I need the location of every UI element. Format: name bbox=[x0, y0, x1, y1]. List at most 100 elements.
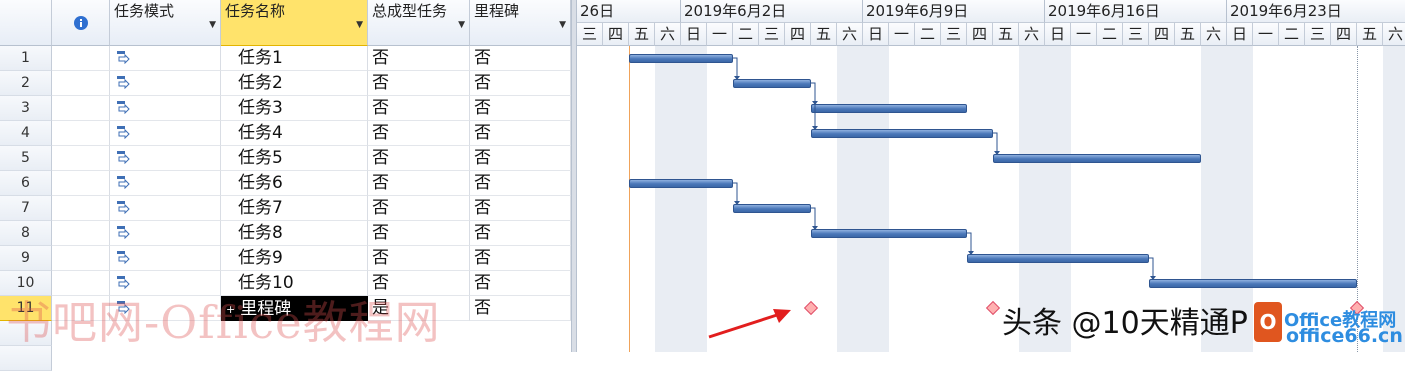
task-name-cell[interactable]: 任务1 bbox=[221, 46, 368, 71]
chevron-down-icon[interactable]: ▼ bbox=[458, 17, 465, 34]
info-cell[interactable] bbox=[52, 196, 110, 221]
task-name-cell[interactable]: 任务6 bbox=[221, 171, 368, 196]
dependency-arrowhead bbox=[994, 151, 1000, 155]
info-cell[interactable] bbox=[52, 96, 110, 121]
task-name-cell[interactable]: 任务7 bbox=[221, 196, 368, 221]
column-header-mode[interactable]: 任务模式 ▼ bbox=[110, 0, 221, 46]
dependency-line bbox=[733, 182, 738, 202]
milestone-cell[interactable]: 否 bbox=[470, 46, 571, 71]
milestone-cell[interactable]: 否 bbox=[470, 271, 571, 296]
column-header-info[interactable] bbox=[52, 0, 110, 46]
row-header[interactable]: 1 bbox=[0, 46, 52, 71]
summary-cell[interactable]: 否 bbox=[368, 196, 470, 221]
task-name: 任务5 bbox=[238, 148, 283, 168]
summary-cell[interactable]: 否 bbox=[368, 71, 470, 96]
dependency-arrowhead bbox=[734, 201, 740, 205]
column-header-summary[interactable]: 总成型任务 ▼ bbox=[368, 0, 470, 46]
row-header[interactable]: 4 bbox=[0, 121, 52, 146]
row-header[interactable]: 5 bbox=[0, 146, 52, 171]
milestone-cell[interactable]: 否 bbox=[470, 146, 571, 171]
dependency-arrowhead bbox=[734, 76, 740, 80]
task-name: 任务6 bbox=[238, 173, 283, 193]
info-cell[interactable] bbox=[52, 171, 110, 196]
task-name-cell[interactable]: 任务2 bbox=[221, 71, 368, 96]
dependency-line bbox=[811, 82, 816, 102]
auto-schedule-icon bbox=[117, 226, 130, 239]
task-name: 任务4 bbox=[238, 123, 283, 143]
column-header-mode-label: 任务模式 bbox=[114, 2, 175, 20]
milestone-cell[interactable]: 否 bbox=[470, 246, 571, 271]
dependency-links bbox=[733, 57, 1156, 280]
milestone-cell[interactable]: 否 bbox=[470, 121, 571, 146]
task-name: 任务7 bbox=[238, 198, 283, 218]
mode-cell[interactable] bbox=[110, 96, 221, 121]
mode-cell[interactable] bbox=[110, 146, 221, 171]
auto-schedule-icon bbox=[117, 151, 130, 164]
auto-schedule-icon bbox=[117, 126, 130, 139]
milestone-cell[interactable]: 否 bbox=[470, 71, 571, 96]
dependency-line bbox=[811, 82, 816, 127]
auto-schedule-icon bbox=[117, 101, 130, 114]
dependency-arrowhead bbox=[1150, 276, 1156, 280]
logo-text-line2: office66.cn bbox=[1286, 325, 1403, 347]
task-name: 任务1 bbox=[238, 48, 283, 68]
auto-schedule-icon bbox=[117, 176, 130, 189]
task-name-cell[interactable]: 任务9 bbox=[221, 246, 368, 271]
row-header[interactable]: 2 bbox=[0, 71, 52, 96]
summary-cell[interactable]: 否 bbox=[368, 146, 470, 171]
chevron-down-icon[interactable]: ▼ bbox=[356, 17, 363, 34]
column-header-name[interactable]: 任务名称 ▼ bbox=[221, 0, 368, 46]
auto-schedule-icon bbox=[117, 51, 130, 64]
mode-cell[interactable] bbox=[110, 46, 221, 71]
milestone-cell[interactable]: 否 bbox=[470, 221, 571, 246]
task-name-cell[interactable]: 任务4 bbox=[221, 121, 368, 146]
mode-cell[interactable] bbox=[110, 121, 221, 146]
summary-cell[interactable]: 否 bbox=[368, 171, 470, 196]
mode-cell[interactable] bbox=[110, 221, 221, 246]
task-name: 任务9 bbox=[238, 248, 283, 268]
row-header[interactable]: 3 bbox=[0, 96, 52, 121]
info-cell[interactable] bbox=[52, 146, 110, 171]
dependency-line bbox=[733, 57, 738, 77]
row-header[interactable]: 7 bbox=[0, 196, 52, 221]
mode-cell[interactable] bbox=[110, 171, 221, 196]
milestone-cell[interactable]: 否 bbox=[470, 171, 571, 196]
summary-cell[interactable]: 否 bbox=[368, 121, 470, 146]
info-cell[interactable] bbox=[52, 221, 110, 246]
dependency-line bbox=[993, 132, 998, 152]
milestone-cell[interactable]: 否 bbox=[470, 196, 571, 221]
task-name-cell[interactable]: 任务3 bbox=[221, 96, 368, 121]
milestone-cell[interactable]: 否 bbox=[470, 96, 571, 121]
chevron-down-icon[interactable]: ▼ bbox=[209, 17, 216, 34]
column-header-milestone[interactable]: 里程碑 ▼ bbox=[470, 0, 571, 46]
task-name-cell[interactable]: 任务5 bbox=[221, 146, 368, 171]
watermark-left: 书吧网-Office教程网 bbox=[6, 296, 441, 349]
mode-cell[interactable] bbox=[110, 71, 221, 96]
task-name-cell[interactable]: 任务8 bbox=[221, 221, 368, 246]
gantt-chart: 26日 2019年6月2日 2019年6月9日 2019年6月16日 2019年6月23… bbox=[577, 0, 1405, 352]
row-header[interactable]: 9 bbox=[0, 246, 52, 271]
corner-select-all[interactable] bbox=[0, 0, 52, 46]
auto-schedule-icon bbox=[117, 251, 130, 264]
task-name: 任务2 bbox=[238, 73, 283, 93]
info-cell[interactable] bbox=[52, 121, 110, 146]
info-cell[interactable] bbox=[52, 246, 110, 271]
milestone-cell[interactable]: 否 bbox=[470, 296, 571, 321]
mode-cell[interactable] bbox=[110, 196, 221, 221]
task-name: 任务8 bbox=[238, 223, 283, 243]
info-icon bbox=[74, 16, 88, 30]
summary-cell[interactable]: 否 bbox=[368, 96, 470, 121]
summary-cell[interactable]: 否 bbox=[368, 246, 470, 271]
summary-cell[interactable]: 否 bbox=[368, 46, 470, 71]
mode-cell[interactable] bbox=[110, 246, 221, 271]
dependency-line bbox=[967, 232, 972, 252]
chevron-down-icon[interactable]: ▼ bbox=[559, 17, 566, 34]
watermark-right: 头条 @10天精通P bbox=[1002, 306, 1248, 341]
dependency-arrowhead bbox=[812, 126, 818, 130]
row-header[interactable]: 6 bbox=[0, 171, 52, 196]
summary-cell[interactable]: 否 bbox=[368, 221, 470, 246]
info-cell[interactable] bbox=[52, 46, 110, 71]
info-cell[interactable] bbox=[52, 71, 110, 96]
row-header[interactable]: 8 bbox=[0, 221, 52, 246]
dependency-arrowhead bbox=[812, 226, 818, 230]
